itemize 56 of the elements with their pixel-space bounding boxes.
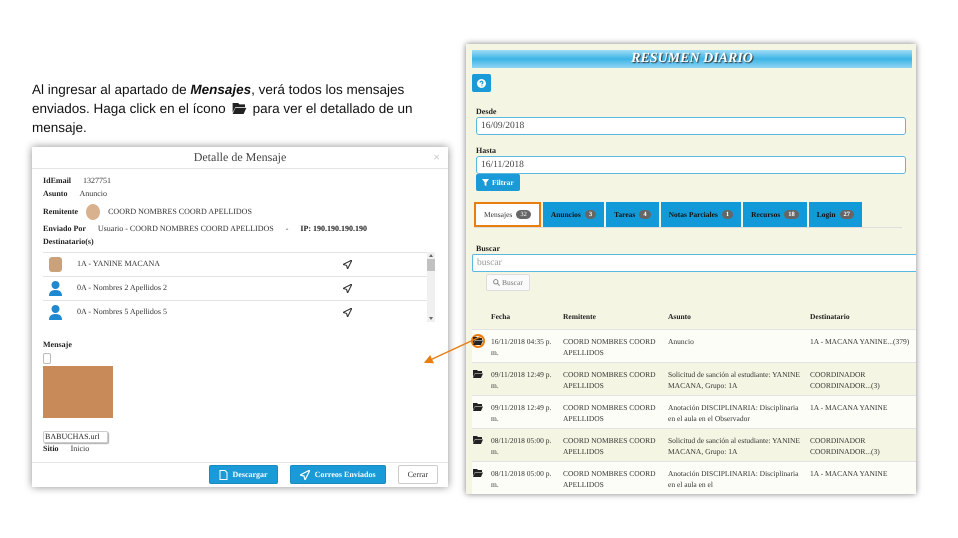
send-icon [300, 470, 310, 480]
attachment-link[interactable]: BABUCHAS.url [43, 430, 108, 443]
search-field[interactable]: buscar [472, 254, 916, 272]
field-value: Usuario - COORD NOMBRES COORD APELLIDOS [98, 224, 274, 234]
pointer-arrow [424, 335, 482, 364]
help-button[interactable] [472, 74, 491, 92]
photo-placeholder [43, 366, 113, 418]
filter-icon [482, 179, 489, 186]
search-icon [493, 279, 500, 286]
date-field[interactable]: 16/09/2018 [476, 117, 906, 135]
field-label: Desde [476, 106, 498, 117]
send-icon[interactable] [343, 284, 352, 293]
close-button[interactable]: Cerrar [398, 465, 438, 484]
avatar-photo [86, 204, 100, 220]
question-icon [477, 78, 486, 88]
folder-icon [232, 103, 247, 114]
title-bar: RESUMEN DIARIO [472, 50, 912, 68]
scrollbar[interactable] [427, 252, 435, 322]
field-label: Buscar [476, 243, 501, 254]
sent-button[interactable]: Correos Enviados [290, 465, 386, 484]
download-button[interactable]: Descargar [208, 465, 278, 484]
intro-text: mensaje. [32, 119, 87, 137]
user-icon [49, 304, 62, 320]
field-label: Enviado Por [43, 224, 86, 234]
folder-icon[interactable] [473, 436, 483, 444]
intro-text: enviados. Haga click en el ícono [32, 100, 226, 118]
user-icon [49, 280, 62, 296]
field-value: Inicio [70, 444, 90, 454]
folder-icon[interactable] [473, 469, 483, 477]
folder-icon[interactable] [473, 337, 483, 345]
document-icon [218, 470, 228, 480]
field-label: Mensaje [43, 340, 72, 350]
field-label: Hasta [476, 145, 497, 156]
field-label: Destinatario(s) [43, 237, 94, 248]
recipient-name: 1A - YANINE MACANA [77, 259, 162, 270]
send-icon[interactable] [343, 260, 352, 269]
recipient-name: 0A - Nombres 2 Apellidos 2 [77, 283, 168, 294]
field-label: Asunto [43, 189, 68, 200]
field-label: IdEmail [43, 176, 72, 186]
ip-address: IP: 190.190.190.190 [300, 224, 368, 234]
checkbox[interactable] [43, 352, 51, 364]
folder-icon[interactable] [473, 370, 483, 378]
field-label: Sitio [43, 444, 59, 454]
dialog-title: Detalle de Mensaje [194, 152, 286, 162]
field-label: Remitente [43, 206, 78, 217]
send-icon[interactable] [343, 308, 352, 317]
avatar-photo [49, 256, 62, 272]
folder-icon[interactable] [473, 403, 483, 411]
intro-text: para ver el detallado de un [252, 100, 412, 118]
field-value: COORD NOMBRES COORD APELLIDOS [108, 206, 252, 217]
separator-text: - [286, 224, 288, 234]
date-field[interactable]: 16/11/2018 [476, 156, 906, 174]
field-value: 1327751 [83, 176, 112, 186]
field-value: Anuncio [79, 189, 108, 200]
intro-text: Al ingresar al apartado de Mensajes, verá todos los mensajes [32, 81, 404, 99]
recipient-name: 0A - Nombres 5 Apellidos 5 [77, 307, 168, 318]
